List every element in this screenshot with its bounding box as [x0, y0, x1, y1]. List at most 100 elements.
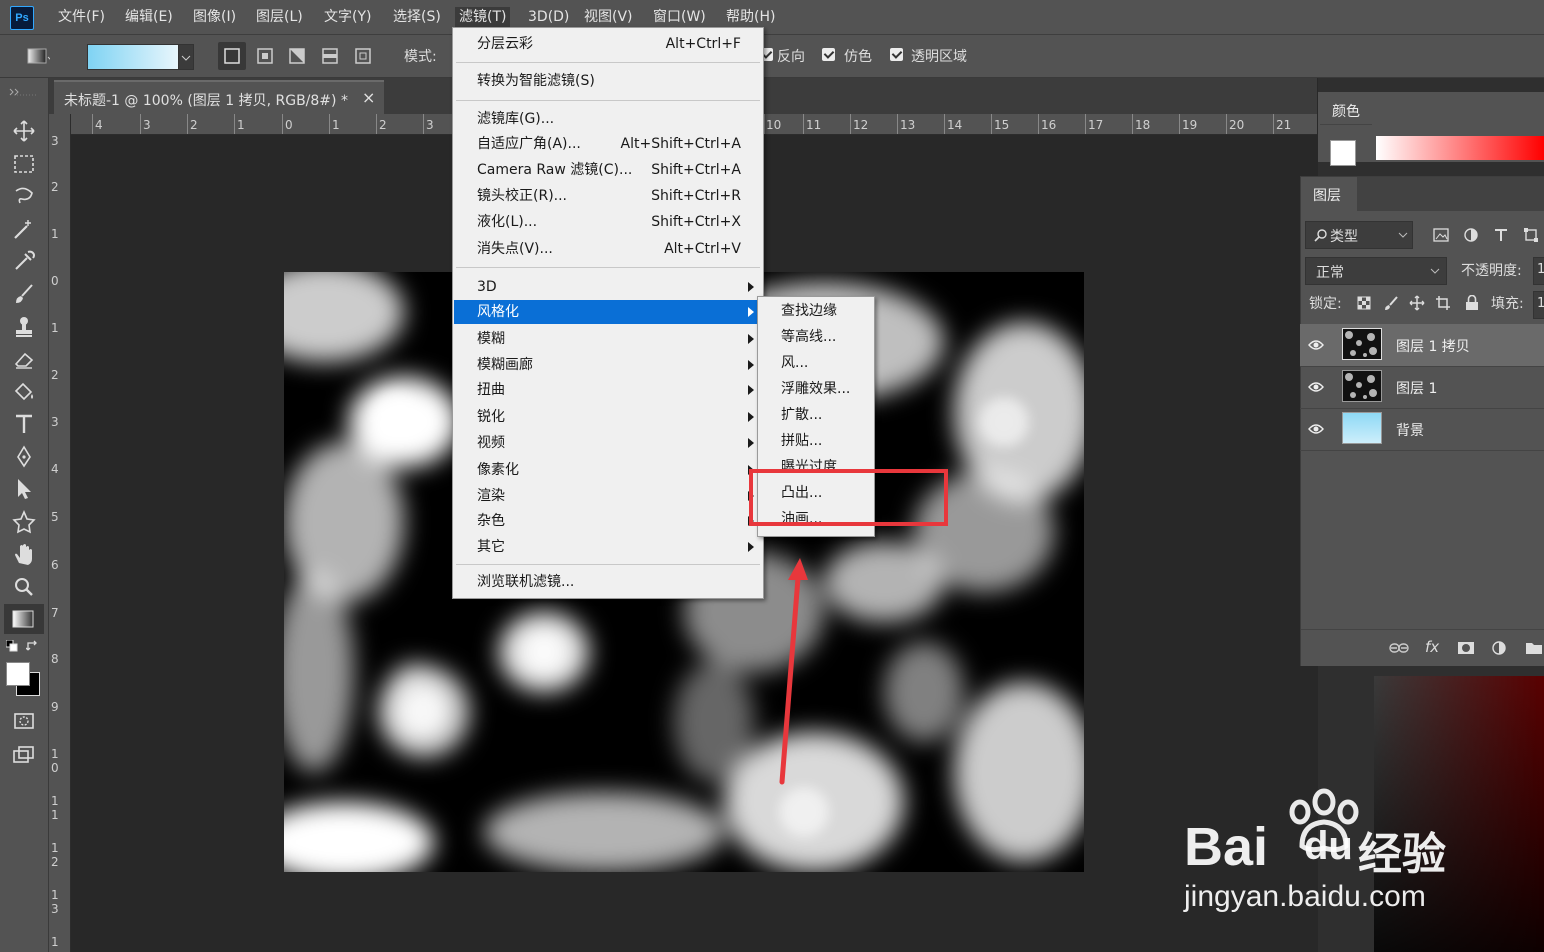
- submenu-item-wind[interactable]: 风...: [781, 353, 808, 373]
- transparency-checkbox[interactable]: [890, 48, 903, 61]
- menu-item-filter-gallery[interactable]: 滤镜库(G)...: [454, 107, 762, 131]
- visibility-eye-icon[interactable]: [1308, 422, 1324, 436]
- layer-style-fx-icon[interactable]: fx: [1425, 638, 1439, 656]
- menu-item-vanishing-point[interactable]: 消失点(V)... Alt+Ctrl+V: [454, 237, 762, 261]
- document-tab[interactable]: 未标题-1 @ 100% (图层 1 拷贝, RGB/8#) * ×: [54, 80, 384, 116]
- radial-gradient-button[interactable]: [252, 43, 278, 69]
- gradient-tool-preset-icon[interactable]: [24, 43, 55, 69]
- layer-row-layer1[interactable]: 图层 1: [1300, 366, 1544, 409]
- menu-3d[interactable]: 3D(D): [524, 7, 573, 27]
- layer-filter-select[interactable]: 类型: [1305, 221, 1413, 249]
- lock-transparency-icon[interactable]: [1357, 296, 1371, 310]
- color-panel-foreground-swatch[interactable]: [1330, 140, 1356, 166]
- gradient-dropdown-chevron-icon[interactable]: [178, 44, 194, 70]
- menu-edit[interactable]: 编辑(E): [121, 7, 177, 27]
- submenu-video[interactable]: 视频: [454, 431, 762, 455]
- brush-tool-icon[interactable]: [10, 281, 38, 307]
- menu-item-lens-correction[interactable]: 镜头校正(R)... Shift+Ctrl+R: [454, 184, 762, 208]
- submenu-3d[interactable]: 3D: [454, 275, 762, 299]
- layers-tab[interactable]: 图层: [1301, 177, 1357, 211]
- submenu-render[interactable]: 渲染: [454, 484, 762, 508]
- pen-tool-icon[interactable]: [10, 444, 38, 470]
- submenu-sharpen[interactable]: 锐化: [454, 405, 762, 429]
- move-tool-icon[interactable]: [10, 118, 38, 144]
- path-selection-tool-icon[interactable]: [10, 476, 38, 502]
- adjustment-filter-icon[interactable]: [1463, 227, 1479, 243]
- menu-view[interactable]: 视图(V): [580, 7, 637, 27]
- color-panel-tab[interactable]: 颜色: [1320, 96, 1372, 125]
- submenu-item-emboss[interactable]: 浮雕效果...: [781, 379, 850, 399]
- quick-selection-tool-icon[interactable]: [10, 216, 38, 242]
- menu-item-camera-raw[interactable]: Camera Raw 滤镜(C)... Shift+Ctrl+A: [454, 158, 762, 182]
- custom-shape-tool-icon[interactable]: [10, 509, 38, 535]
- image-filter-icon[interactable]: [1433, 227, 1449, 243]
- type-filter-icon[interactable]: [1493, 227, 1509, 243]
- menu-select[interactable]: 选择(S): [389, 7, 445, 27]
- marquee-tool-icon[interactable]: [10, 151, 38, 177]
- color-spectrum-bar[interactable]: [1376, 136, 1544, 160]
- menu-filter[interactable]: 滤镜(T): [455, 7, 511, 27]
- menu-item-convert-smart-filter[interactable]: 转换为智能滤镜(S): [454, 69, 762, 93]
- menu-item-last-filter[interactable]: 分层云彩 Alt+Ctrl+F: [454, 32, 762, 56]
- menu-window[interactable]: 窗口(W): [649, 7, 710, 27]
- gradient-tool-icon[interactable]: [4, 604, 44, 634]
- submenu-pixelate[interactable]: 像素化: [454, 458, 762, 482]
- submenu-item-contour[interactable]: 等高线...: [781, 327, 836, 347]
- shape-filter-icon[interactable]: [1523, 227, 1539, 243]
- type-tool-icon[interactable]: [10, 411, 38, 437]
- menu-type[interactable]: 文字(Y): [320, 7, 375, 27]
- foreground-color-swatch[interactable]: [6, 662, 30, 686]
- link-layers-icon[interactable]: [1389, 640, 1409, 656]
- new-group-folder-icon[interactable]: [1525, 640, 1543, 656]
- layer-row-copy[interactable]: 图层 1 拷贝: [1300, 324, 1544, 367]
- menu-item-browse-online-filters[interactable]: 浏览联机滤镜...: [454, 570, 762, 594]
- linear-gradient-button[interactable]: [218, 42, 246, 70]
- submenu-item-find-edges[interactable]: 查找边缘: [781, 301, 837, 321]
- lasso-tool-icon[interactable]: [10, 183, 38, 209]
- fill-input[interactable]: 1: [1533, 291, 1544, 319]
- reflected-gradient-button[interactable]: [317, 43, 343, 69]
- quick-mask-icon[interactable]: [10, 708, 38, 734]
- dither-checkbox[interactable]: [822, 48, 835, 61]
- submenu-blur-gallery[interactable]: 模糊画廊: [454, 353, 762, 377]
- submenu-item-diffuse[interactable]: 扩散...: [781, 405, 822, 425]
- visibility-eye-icon[interactable]: [1308, 338, 1324, 352]
- menu-file[interactable]: 文件(F): [54, 7, 109, 27]
- submenu-other[interactable]: 其它: [454, 535, 762, 559]
- lock-position-move-icon[interactable]: [1409, 295, 1425, 311]
- submenu-distort[interactable]: 扭曲: [454, 378, 762, 402]
- lock-pixels-brush-icon[interactable]: [1383, 295, 1399, 311]
- stamp-tool-icon[interactable]: [10, 314, 38, 340]
- angle-gradient-button[interactable]: [284, 43, 310, 69]
- visibility-eye-icon[interactable]: [1308, 380, 1324, 394]
- close-tab-icon[interactable]: ×: [362, 88, 375, 107]
- menu-image[interactable]: 图像(I): [189, 7, 240, 27]
- menu-item-adaptive-wide-angle[interactable]: 自适应广角(A)... Alt+Shift+Ctrl+A: [454, 132, 762, 156]
- hand-tool-icon[interactable]: [10, 541, 38, 567]
- paint-bucket-tool-icon[interactable]: [10, 379, 38, 405]
- swap-colors-icon[interactable]: [25, 640, 40, 652]
- toolbar-grip-icon[interactable]: [6, 84, 42, 96]
- zoom-tool-icon[interactable]: [10, 574, 38, 600]
- new-adjustment-layer-icon[interactable]: [1491, 640, 1507, 656]
- photoshop-logo[interactable]: Ps: [10, 6, 34, 30]
- menu-layer[interactable]: 图层(L): [252, 7, 307, 27]
- submenu-noise[interactable]: 杂色: [454, 509, 762, 533]
- eyedropper-tool-icon[interactable]: [10, 248, 38, 274]
- submenu-item-tiles[interactable]: 拼贴...: [781, 431, 822, 451]
- default-colors-icon[interactable]: [5, 639, 20, 652]
- lock-all-icon[interactable]: [1465, 295, 1479, 311]
- blend-mode-select[interactable]: 正常: [1305, 257, 1447, 285]
- layer-row-background[interactable]: 背景: [1300, 408, 1544, 451]
- opacity-input[interactable]: 1: [1533, 257, 1544, 285]
- eraser-tool-icon[interactable]: [10, 346, 38, 372]
- menu-item-liquify[interactable]: 液化(L)... Shift+Ctrl+X: [454, 210, 762, 234]
- gradient-swatch[interactable]: [87, 44, 179, 70]
- submenu-stylize[interactable]: 风格化: [454, 300, 762, 324]
- add-mask-icon[interactable]: [1457, 640, 1475, 656]
- screen-mode-icon[interactable]: [10, 742, 38, 768]
- submenu-blur[interactable]: 模糊: [454, 327, 762, 351]
- lock-artboard-icon[interactable]: [1435, 295, 1451, 311]
- diamond-gradient-button[interactable]: [350, 43, 376, 69]
- menu-help[interactable]: 帮助(H): [722, 7, 779, 27]
